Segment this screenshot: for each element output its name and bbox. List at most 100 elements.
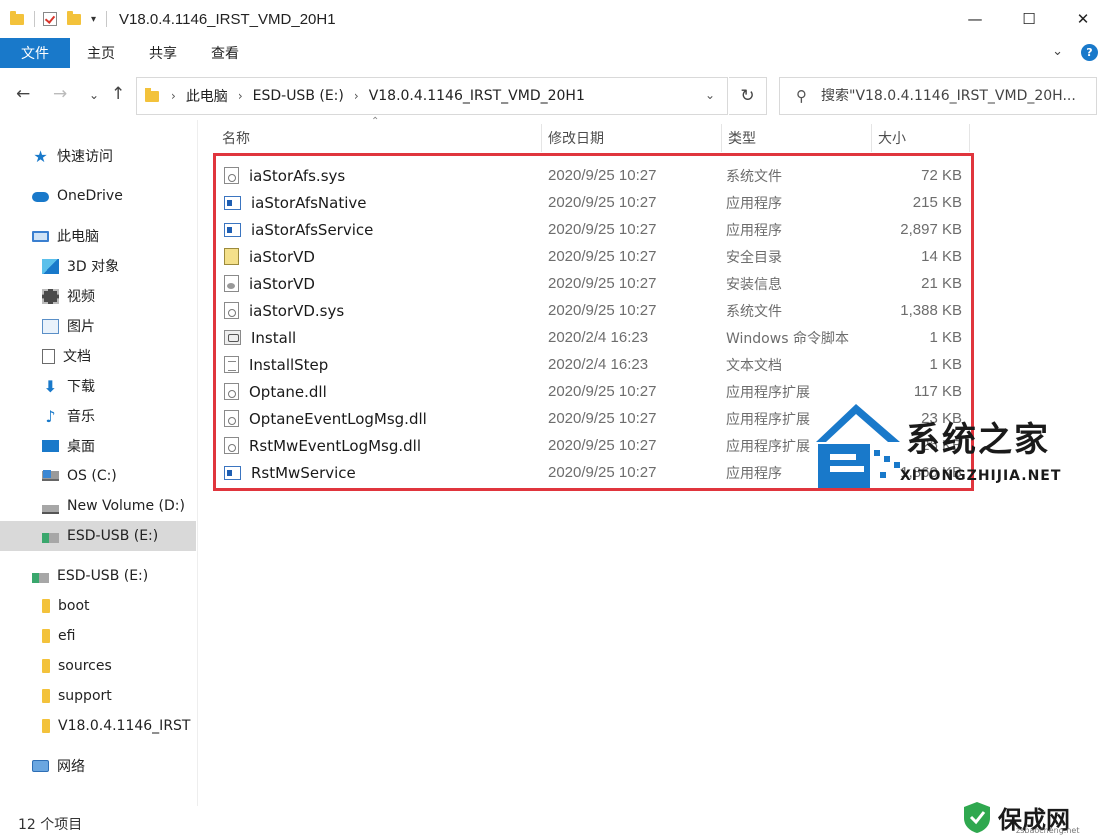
sidebar-item-label: 快速访问	[57, 149, 113, 165]
file-name: Optane.dll	[249, 382, 327, 401]
sidebar-item-label: 下载	[67, 379, 95, 395]
file-row[interactable]: Optane.dll 2020/9/25 10:27 应用程序扩展 117 KB	[218, 378, 970, 405]
file-row[interactable]: iaStorAfsService 2020/9/25 10:27 应用程序 2,897…	[218, 216, 970, 243]
address-bar[interactable]: › 此电脑 › ESD-USB (E:) › V18.0.4.1146_IRST…	[136, 77, 728, 115]
sidebar-item-documents[interactable]: 文档	[42, 341, 91, 371]
file-row[interactable]: OptaneEventLogMsg.dll 2020/9/25 10:27 应用程序…	[218, 405, 970, 432]
exe-file-icon	[224, 195, 241, 210]
chevron-right-icon[interactable]: ›	[238, 89, 243, 103]
sidebar-item-drive-e[interactable]: ESD-USB (E:)	[0, 521, 196, 551]
computer-icon	[32, 230, 49, 242]
file-type: 系统文件	[726, 168, 782, 185]
expand-ribbon-icon[interactable]: ⌄	[1052, 44, 1063, 61]
address-row: ← → ⌄ ↑ › 此电脑 › ESD-USB (E:) › V18.0.4.1…	[0, 74, 1110, 118]
breadcrumb-esd-usb[interactable]: ESD-USB (E:)	[253, 88, 344, 104]
file-name: iaStorAfsNative	[251, 193, 367, 212]
file-size: 215 KB	[912, 194, 962, 211]
folder-icon	[42, 659, 50, 673]
tab-share[interactable]: 共享	[132, 38, 194, 68]
sidebar-item-label: ESD-USB (E:)	[57, 568, 149, 584]
sidebar-item-videos[interactable]: 视频	[42, 281, 95, 311]
sidebar-item-this-pc[interactable]: 此电脑	[32, 221, 99, 251]
sidebar-item-downloads[interactable]: ⬇ 下载	[42, 371, 95, 401]
sidebar-item-music[interactable]: ♪ 音乐	[42, 401, 95, 431]
sidebar-item-drive-d[interactable]: New Volume (D:)	[42, 491, 185, 521]
sidebar-item-boot[interactable]: boot	[42, 591, 90, 621]
new-folder-icon[interactable]	[67, 10, 81, 25]
breadcrumb-current-folder[interactable]: V18.0.4.1146_IRST_VMD_20H1	[369, 88, 585, 104]
file-row[interactable]: iaStorAfs.sys 2020/9/25 10:27 系统文件 72 KB	[218, 162, 970, 189]
file-type: 应用程序	[726, 465, 782, 482]
forward-arrow-icon[interactable]: →	[53, 84, 67, 104]
help-icon[interactable]: ?	[1081, 44, 1098, 61]
recent-locations-icon[interactable]: ⌄	[89, 88, 99, 102]
chevron-right-icon[interactable]: ›	[171, 89, 176, 103]
file-size: 1 KB	[929, 356, 962, 373]
sidebar-item-pictures[interactable]: 图片	[42, 311, 95, 341]
sidebar-item-drive-c[interactable]: OS (C:)	[42, 461, 117, 491]
window-title: V18.0.4.1146_IRST_VMD_20H1	[119, 10, 336, 28]
address-history-icon[interactable]: ⌄	[705, 88, 715, 102]
properties-icon[interactable]	[43, 12, 57, 26]
file-name-cell: iaStorVD	[218, 275, 542, 293]
file-row[interactable]: RstMwEventLogMsg.dll 2020/9/25 10:27 应用程序扩…	[218, 432, 970, 459]
file-name: RstMwService	[251, 463, 356, 482]
document-icon	[42, 348, 55, 364]
sidebar-item-efi[interactable]: efi	[42, 621, 75, 651]
usb-drive-icon	[32, 573, 49, 583]
sidebar-item-onedrive[interactable]: OneDrive	[32, 181, 123, 211]
close-button[interactable]: ✕	[1056, 0, 1110, 38]
sidebar-item-support[interactable]: support	[42, 681, 112, 711]
sidebar-item-irst-folder[interactable]: V18.0.4.1146_IRST	[42, 711, 190, 741]
file-row[interactable]: RstMwService 2020/9/25 10:27 应用程序 1,860 KB	[218, 459, 970, 486]
folder-icon	[42, 689, 50, 703]
folder-icon	[42, 599, 50, 613]
file-date: 2020/9/25 10:27	[548, 302, 657, 319]
file-row[interactable]: Install 2020/2/4 16:23 Windows 命令脚本 1 KB	[218, 324, 970, 351]
file-name-cell: iaStorAfs.sys	[218, 167, 542, 185]
file-date: 2020/9/25 10:27	[548, 437, 657, 454]
sidebar-item-label: OneDrive	[57, 188, 123, 204]
sidebar-item-quick-access[interactable]: ★ 快速访问	[32, 141, 113, 171]
search-input[interactable]	[821, 88, 1086, 104]
chevron-right-icon[interactable]: ›	[354, 89, 359, 103]
column-header-name[interactable]: 名称	[216, 124, 542, 152]
file-row[interactable]: iaStorVD 2020/9/25 10:27 安装信息 21 KB	[218, 270, 970, 297]
title-bar: ▾ V18.0.4.1146_IRST_VMD_20H1 — ☐ ✕	[0, 0, 1110, 38]
file-size: 2,897 KB	[900, 221, 962, 238]
file-type: 文本文档	[726, 357, 782, 374]
file-row[interactable]: iaStorVD 2020/9/25 10:27 安全目录 14 KB	[218, 243, 970, 270]
search-box[interactable]: ⚲	[779, 77, 1097, 115]
file-name-cell: RstMwEventLogMsg.dll	[218, 437, 542, 455]
up-arrow-icon[interactable]: ↑	[111, 84, 125, 104]
sidebar-item-sources[interactable]: sources	[42, 651, 112, 681]
customize-toolbar-icon[interactable]: ▾	[91, 14, 96, 25]
tab-home[interactable]: 主页	[70, 38, 132, 68]
sidebar-item-usb-root[interactable]: ESD-USB (E:)	[32, 561, 148, 591]
sidebar-item-3d-objects[interactable]: 3D 对象	[42, 251, 119, 281]
sidebar-item-network[interactable]: 网络	[32, 751, 85, 781]
column-header-size[interactable]: 大小	[872, 124, 970, 152]
file-size: 72 KB	[921, 167, 962, 184]
file-size: 26 KB	[921, 437, 962, 454]
tab-file[interactable]: 文件	[0, 38, 70, 68]
tab-view[interactable]: 查看	[194, 38, 256, 68]
column-header-type[interactable]: 类型	[722, 124, 872, 152]
breadcrumb-this-pc[interactable]: 此电脑	[186, 86, 228, 106]
file-type: 应用程序	[726, 195, 782, 212]
minimize-button[interactable]: —	[948, 0, 1002, 38]
refresh-button[interactable]: ↻	[729, 77, 767, 115]
back-arrow-icon[interactable]: ←	[16, 84, 30, 104]
file-type: 安全目录	[726, 249, 782, 266]
cat-file-icon	[224, 248, 239, 265]
folder-icon	[42, 719, 50, 733]
sidebar-item-label: efi	[58, 628, 76, 644]
file-row[interactable]: InstallStep 2020/2/4 16:23 文本文档 1 KB	[218, 351, 970, 378]
file-row[interactable]: iaStorVD.sys 2020/9/25 10:27 系统文件 1,388 KB	[218, 297, 970, 324]
file-name: iaStorVD.sys	[249, 301, 345, 320]
maximize-button[interactable]: ☐	[1002, 0, 1056, 38]
column-header-date[interactable]: 修改日期	[542, 124, 722, 152]
file-row[interactable]: iaStorAfsNative 2020/9/25 10:27 应用程序 215 KB	[218, 189, 970, 216]
sys-file-icon	[224, 302, 239, 319]
sidebar-item-desktop[interactable]: 桌面	[42, 431, 95, 461]
